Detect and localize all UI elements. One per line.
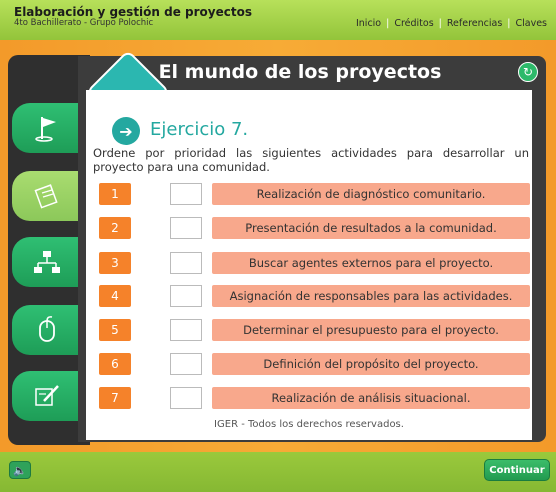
app-subtitle: 4to Bachillerato - Grupo Polochic xyxy=(14,18,154,28)
top-nav: Inicio | Créditos | Referencias | Claves xyxy=(351,18,552,29)
row-number: 4 xyxy=(99,285,131,307)
activity-row: 4 Asignación de responsables para las ac… xyxy=(0,285,556,309)
answer-box[interactable] xyxy=(170,353,202,375)
answer-box[interactable] xyxy=(170,285,202,307)
activity-label[interactable]: Presentación de resultados a la comunida… xyxy=(212,217,530,239)
continue-button[interactable]: Continuar xyxy=(484,459,550,481)
app-title: Elaboración y gestión de proyectos xyxy=(14,5,252,19)
activity-label[interactable]: Determinar el presupuesto para el proyec… xyxy=(212,319,530,341)
activity-row: 7 Realización de análisis situacional. xyxy=(0,387,556,411)
activity-row: 2 Presentación de resultados a la comuni… xyxy=(0,217,556,241)
copyright-footer: IGER - Todos los derechos reservados. xyxy=(214,419,404,430)
activity-label[interactable]: Definición del propósito del proyecto. xyxy=(212,353,530,375)
bottom-bar xyxy=(0,452,556,492)
activity-label[interactable]: Realización de diagnóstico comunitario. xyxy=(212,183,530,205)
row-number: 1 xyxy=(99,183,131,205)
sidebar-item-flag[interactable] xyxy=(12,103,86,153)
nav-inicio[interactable]: Inicio xyxy=(351,18,386,29)
nav-claves[interactable]: Claves xyxy=(510,18,552,29)
activity-label[interactable]: Asignación de responsables para las acti… xyxy=(212,285,530,307)
exercise-instructions: Ordene por prioridad las siguientes acti… xyxy=(93,146,529,174)
exercise-title: Ejercicio 7. xyxy=(150,119,249,140)
row-number: 6 xyxy=(99,353,131,375)
refresh-icon[interactable]: ↻ xyxy=(518,62,538,82)
answer-box[interactable] xyxy=(170,252,202,274)
row-number: 5 xyxy=(99,319,131,341)
row-number: 3 xyxy=(99,252,131,274)
row-number: 2 xyxy=(99,217,131,239)
activity-row: 6 Definición del propósito del proyecto. xyxy=(0,353,556,377)
row-number: 7 xyxy=(99,387,131,409)
activity-row: 5 Determinar el presupuesto para el proy… xyxy=(0,319,556,343)
answer-box[interactable] xyxy=(170,183,202,205)
nav-referencias[interactable]: Referencias xyxy=(442,18,507,29)
golf-flag-icon xyxy=(35,117,56,142)
speaker-icon[interactable]: 🔈 xyxy=(9,461,31,479)
answer-box[interactable] xyxy=(170,217,202,239)
arrow-right-icon: ➔ xyxy=(112,117,140,145)
activity-label[interactable]: Realización de análisis situacional. xyxy=(212,387,530,409)
activity-row: 1 Realización de diagnóstico comunitario… xyxy=(0,183,556,207)
answer-box[interactable] xyxy=(170,387,202,409)
activity-row: 3 Buscar agentes externos para el proyec… xyxy=(0,252,556,276)
activity-label[interactable]: Buscar agentes externos para el proyecto… xyxy=(212,252,530,274)
answer-box[interactable] xyxy=(170,319,202,341)
nav-creditos[interactable]: Créditos xyxy=(389,18,438,29)
page-title: El mundo de los proyectos xyxy=(158,61,442,83)
